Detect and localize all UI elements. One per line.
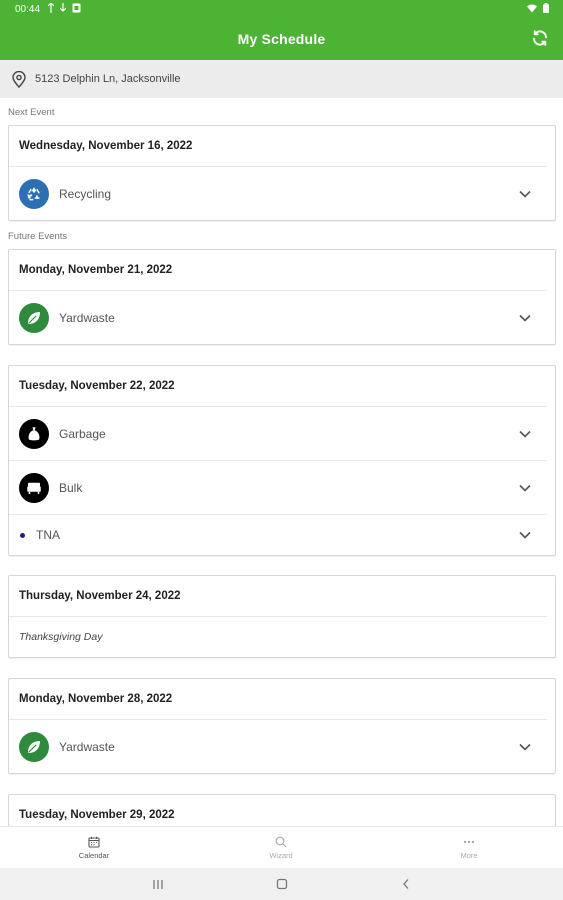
- recent-apps-icon: [153, 879, 163, 889]
- event-card: Monday, November 28, 2022 Yardwaste: [8, 678, 556, 774]
- notification-icons: [48, 3, 81, 13]
- nav-label: Wizard: [269, 851, 293, 860]
- card-date: Thursday, November 24, 2022: [9, 576, 547, 617]
- nav-label: Calendar: [78, 851, 110, 860]
- event-card: Tuesday, November 29, 2022: [8, 794, 556, 826]
- back-button[interactable]: [398, 876, 414, 892]
- leaf-icon: [19, 302, 49, 333]
- status-bar: 00:44: [0, 0, 563, 20]
- system-status-icons: [527, 3, 549, 13]
- card-date: Tuesday, November 29, 2022: [9, 795, 547, 826]
- event-row-tna[interactable]: TNA: [9, 514, 547, 555]
- event-label: Yardwaste: [59, 739, 115, 754]
- event-card: Thursday, November 24, 2022 Thanksgiving…: [8, 575, 556, 658]
- battery-icon: [543, 3, 549, 13]
- chevron-down-icon: [519, 484, 531, 492]
- app-notification-icon: [72, 3, 81, 13]
- back-icon: [403, 879, 409, 889]
- chevron-down-icon: [519, 190, 531, 198]
- schedule-list[interactable]: Next Event Wednesday, November 16, 2022 …: [0, 98, 563, 826]
- address-bar[interactable]: 5123 Delphin Ln, Jacksonville: [0, 60, 563, 98]
- event-label: Garbage: [59, 426, 106, 441]
- event-row-recycling[interactable]: Recycling: [9, 167, 547, 220]
- trash-bag-icon: [19, 418, 49, 449]
- nav-more[interactable]: More: [409, 827, 529, 869]
- signal-icon: [48, 3, 54, 13]
- system-navigation-bar: [0, 868, 563, 900]
- event-label: Yardwaste: [59, 310, 115, 325]
- page-title: My Schedule: [237, 31, 326, 47]
- event-card: Monday, November 21, 2022 Yardwaste: [8, 249, 556, 345]
- dot-icon: [20, 532, 25, 538]
- location-pin-icon: [11, 70, 27, 88]
- nav-label: More: [460, 851, 478, 860]
- nav-calendar[interactable]: Calendar: [34, 827, 154, 869]
- event-row-yardwaste[interactable]: Yardwaste: [9, 291, 547, 344]
- card-date: Tuesday, November 22, 2022: [9, 366, 547, 407]
- event-label: TNA: [36, 528, 60, 542]
- refresh-button[interactable]: [529, 27, 551, 49]
- event-row-yardwaste[interactable]: Yardwaste: [9, 720, 547, 773]
- chevron-down-icon: [519, 314, 531, 322]
- chevron-down-icon: [519, 743, 531, 751]
- chevron-down-icon: [519, 531, 531, 539]
- recent-apps-button[interactable]: [150, 876, 166, 892]
- calendar-icon: [88, 836, 100, 848]
- wifi-icon: [527, 4, 537, 12]
- event-label: Recycling: [59, 186, 112, 201]
- next-event-label: Next Event: [8, 107, 55, 118]
- event-card: Tuesday, November 22, 2022 Garbage Bulk …: [8, 365, 556, 556]
- card-date: Wednesday, November 16, 2022: [9, 126, 547, 167]
- bottom-navigation: Calendar Wizard More: [0, 826, 563, 869]
- future-events-label: Future Events: [8, 231, 68, 242]
- recycling-icon: [19, 178, 49, 209]
- chevron-down-icon: [519, 430, 531, 438]
- event-card: Wednesday, November 16, 2022 Recycling: [8, 125, 556, 221]
- app-bar: 00:44 My Schedule: [0, 0, 563, 60]
- card-date: Monday, November 21, 2022: [9, 250, 547, 291]
- address-text: 5123 Delphin Ln, Jacksonville: [35, 73, 181, 85]
- status-time: 00:44: [15, 4, 41, 15]
- more-icon: [463, 840, 475, 844]
- holiday-note: Thanksgiving Day: [19, 631, 103, 643]
- bulk-item-icon: [19, 472, 49, 503]
- home-icon: [276, 878, 288, 890]
- leaf-icon: [19, 731, 49, 762]
- refresh-icon: [533, 30, 547, 46]
- home-button[interactable]: [274, 876, 290, 892]
- download-icon: [60, 3, 66, 12]
- event-row-garbage[interactable]: Garbage: [9, 407, 547, 460]
- event-row-bulk[interactable]: Bulk: [9, 460, 547, 514]
- nav-wizard[interactable]: Wizard: [221, 827, 341, 869]
- event-label: Bulk: [59, 480, 83, 495]
- search-icon: [275, 836, 287, 848]
- card-date: Monday, November 28, 2022: [9, 679, 547, 720]
